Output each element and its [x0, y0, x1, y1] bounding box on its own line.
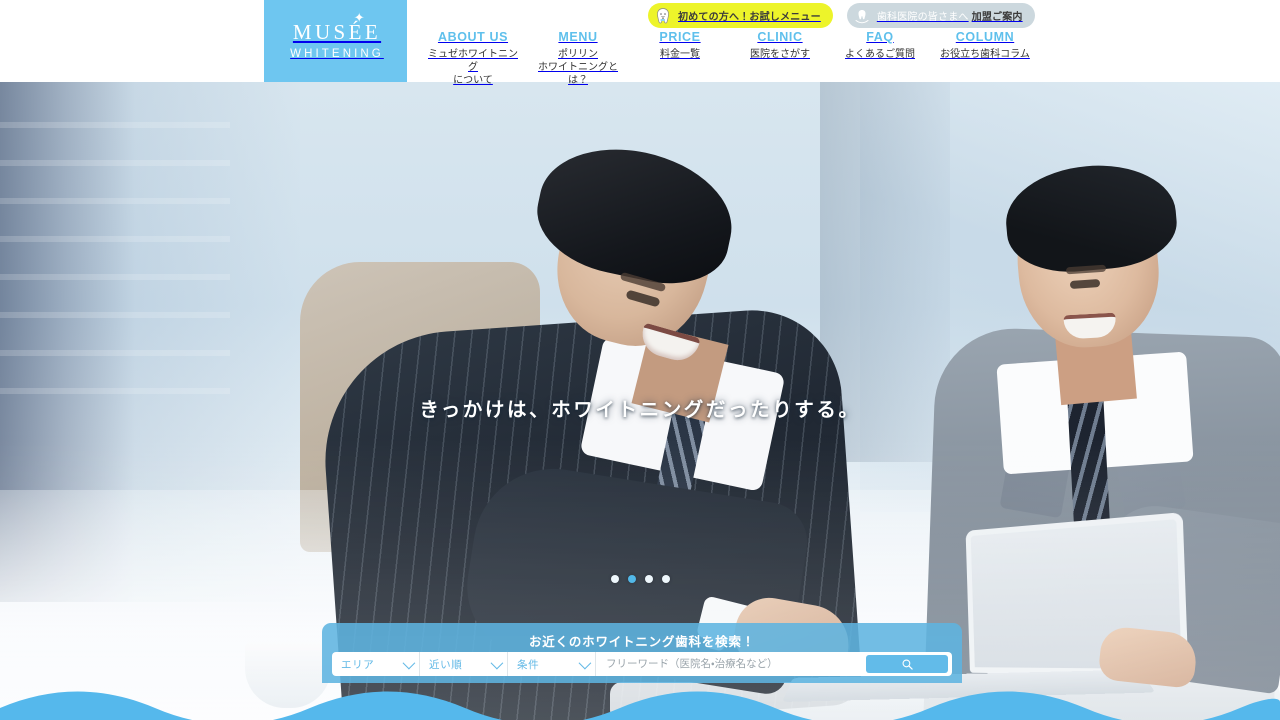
nav-item-faq[interactable]: FAQ よくあるご質問: [830, 30, 930, 61]
site-header: MUSÉE ✦ WHITENING 初めての方へ！お試しメニュー 歯科医院の皆さ…: [0, 0, 1280, 86]
chevron-down-icon: [402, 656, 416, 669]
nav-item-menu[interactable]: MENU ポリリン ホワイトニングとは？: [526, 30, 630, 87]
search-submit-button[interactable]: [866, 655, 948, 673]
wave-decoration: [0, 691, 1280, 720]
freeword-input[interactable]: [596, 652, 866, 676]
nav-label-jp: 医院をさがす: [750, 49, 810, 60]
carousel-dot[interactable]: [610, 575, 619, 583]
trial-menu-label: 初めての方へ！お試しメニュー: [678, 12, 821, 23]
nav-label-en: ABOUT US: [437, 30, 509, 44]
nav-item-about-us[interactable]: ABOUT US ミュゼホワイトニング について: [420, 30, 526, 87]
hero-section: きっかけは、ホワイトニングだったりする。 お近くのホワイトニング歯科を検索！ エ…: [0, 82, 1280, 720]
partner-info-label-bold: 加盟ご案内: [971, 12, 1023, 23]
carousel-dots[interactable]: [0, 575, 1280, 583]
logo-brand-text: MUSÉE ✦: [290, 11, 381, 43]
hero-headline: きっかけは、ホワイトニングだったりする。: [419, 399, 861, 421]
search-icon: [902, 659, 913, 670]
nav-item-clinic[interactable]: CLINIC 医院をさがす: [730, 30, 830, 61]
nav-label-jp: よくあるご質問: [845, 49, 915, 60]
sparkle-icon: ✦: [353, 9, 369, 25]
nav-label-jp: ミュゼホワイトニング について: [428, 49, 518, 86]
tooth-mascot-icon: [657, 7, 669, 23]
nav-label-en: PRICE: [659, 30, 701, 44]
trial-menu-button[interactable]: 初めての方へ！お試しメニュー: [648, 3, 833, 28]
nav-label-en: COLUMN: [955, 30, 1015, 44]
logo-sub-label: WHITENING: [290, 47, 384, 60]
nav-item-price[interactable]: PRICE 料金一覧: [630, 30, 730, 61]
site-logo[interactable]: MUSÉE ✦ WHITENING: [264, 0, 407, 82]
main-navigation: ABOUT US ミュゼホワイトニング について MENU ポリリン ホワイトニ…: [420, 30, 1040, 87]
search-bar: エリア 近い順 条件: [332, 652, 952, 676]
carousel-dot-active[interactable]: [627, 575, 636, 583]
nav-label-en: FAQ: [866, 30, 894, 44]
nav-label-jp: 料金一覧: [660, 49, 700, 60]
condition-select-value: 条件: [517, 658, 540, 671]
tooth-in-hand-icon: [855, 9, 869, 23]
area-select[interactable]: エリア: [332, 652, 420, 676]
area-select-value: エリア: [341, 658, 375, 671]
nav-label-jp: ポリリン ホワイトニングとは？: [538, 49, 618, 86]
chevron-down-icon: [578, 656, 592, 669]
partner-info-button[interactable]: 歯科医院の皆さまへ 加盟ご案内: [846, 3, 1035, 28]
sort-select-value: 近い順: [429, 658, 463, 671]
sort-select[interactable]: 近い順: [420, 652, 508, 676]
carousel-dot[interactable]: [661, 575, 670, 583]
header-utility-buttons: 初めての方へ！お試しメニュー 歯科医院の皆さまへ 加盟ご案内: [648, 3, 1035, 28]
nav-item-column[interactable]: COLUMN お役立ち歯科コラム: [930, 30, 1040, 61]
nav-label-jp: お役立ち歯科コラム: [940, 49, 1030, 60]
nav-label-en: MENU: [558, 30, 598, 44]
condition-select[interactable]: 条件: [508, 652, 596, 676]
nav-label-en: CLINIC: [757, 30, 803, 44]
partner-info-label-light: 歯科医院の皆さまへ: [876, 12, 969, 23]
search-panel-title: お近くのホワイトニング歯科を検索！: [528, 635, 756, 649]
chevron-down-icon: [490, 656, 504, 669]
clinic-search-panel: お近くのホワイトニング歯科を検索！ エリア 近い順 条件: [322, 623, 962, 683]
carousel-dot[interactable]: [644, 575, 653, 583]
